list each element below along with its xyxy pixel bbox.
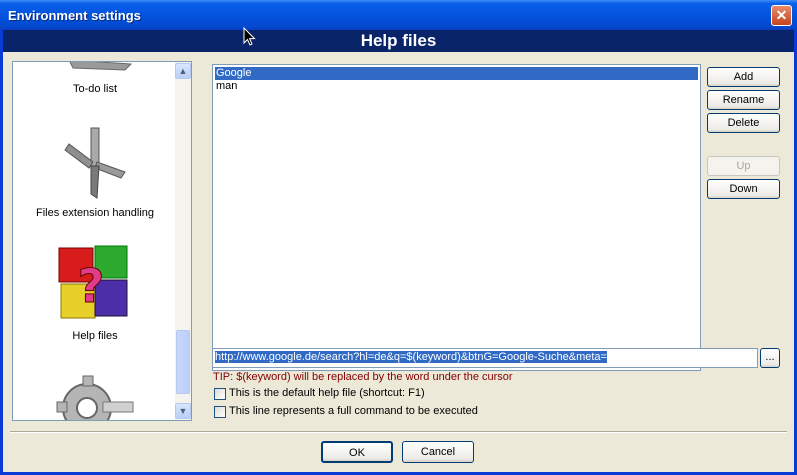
default-help-checkbox-label[interactable]: This is the default help file (shortcut:… — [229, 387, 425, 399]
environment-settings-window: Environment settings ✕ Help files To-do … — [0, 0, 797, 475]
sidebar-item-label: To-do list — [72, 83, 118, 95]
chevron-down-icon: ▼ — [178, 406, 188, 416]
svg-text:?: ? — [78, 259, 105, 313]
full-command-checkbox-label[interactable]: This line represents a full command to b… — [229, 405, 478, 417]
full-command-checkbox[interactable] — [214, 406, 226, 418]
ok-button[interactable]: OK — [321, 441, 393, 463]
scroll-thumb[interactable] — [176, 330, 190, 394]
page-title-text: Help files — [360, 31, 437, 50]
add-button[interactable]: Add — [707, 67, 780, 87]
chevron-up-icon: ▲ — [178, 66, 188, 76]
move-down-button[interactable]: Down — [707, 179, 780, 199]
help-url-input[interactable]: http://www.google.de/search?hl=de&q=$(ke… — [212, 348, 758, 368]
sidebar-item-label: Files extension handling — [35, 207, 155, 219]
list-item-google[interactable]: Google — [215, 67, 698, 80]
sidebar-scrollbar[interactable]: ▲ ▼ — [175, 62, 191, 420]
gear-icon — [56, 375, 134, 420]
browse-button[interactable]: ... — [760, 348, 780, 368]
dialog-client-area: Help files To-do list Files extension ha… — [3, 27, 794, 472]
sidebar-item-file-extension[interactable]: Files extension handling — [13, 207, 177, 219]
sidebar-item-todo-list[interactable]: To-do list — [13, 83, 177, 95]
move-up-button[interactable]: Up — [707, 156, 780, 176]
help-files-list[interactable]: Google man — [212, 64, 701, 371]
close-button[interactable]: ✕ — [771, 5, 792, 26]
list-item-label: man — [216, 80, 238, 92]
settings-category-sidebar[interactable]: To-do list Files extension handling ? He… — [12, 61, 192, 421]
default-help-checkbox[interactable] — [214, 388, 226, 400]
todo-list-icon — [69, 62, 133, 71]
sidebar-item-help-files[interactable]: Help files — [13, 330, 177, 342]
list-item-label: Google — [216, 67, 252, 79]
rename-button[interactable]: Rename — [707, 90, 780, 110]
close-icon: ✕ — [775, 7, 788, 23]
cancel-button[interactable]: Cancel — [402, 441, 474, 463]
title-bar[interactable]: Environment settings ✕ — [0, 0, 797, 30]
footer-separator — [10, 431, 787, 433]
window-title: Environment settings — [8, 8, 141, 23]
mouse-cursor-icon — [243, 27, 256, 46]
scroll-down-button[interactable]: ▼ — [175, 403, 191, 419]
delete-button[interactable]: Delete — [707, 113, 780, 133]
sidebar-item-label: Help files — [72, 330, 118, 342]
file-extension-icon — [64, 127, 126, 199]
help-url-value: http://www.google.de/search?hl=de&q=$(ke… — [215, 351, 607, 363]
scroll-up-button[interactable]: ▲ — [175, 63, 191, 79]
list-item-man[interactable]: man — [215, 80, 698, 93]
tip-text: TIP: $(keyword) will be replaced by the … — [213, 371, 513, 383]
page-title: Help files — [3, 30, 794, 52]
help-files-icon: ? — [58, 245, 128, 319]
